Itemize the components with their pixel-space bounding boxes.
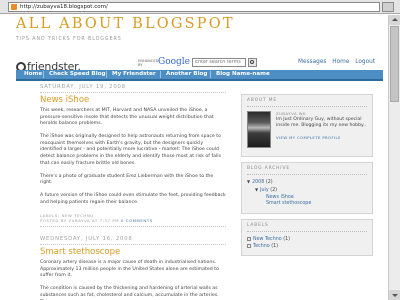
post-title[interactable]: Smart stethoscope: [40, 247, 226, 257]
url-field[interactable]: http://zubayva18.blogspot.com/: [8, 2, 380, 12]
post-paragraph: This week, researchers at MIT, Harvard a…: [40, 108, 214, 127]
widget-title: BLOG ARCHIVE: [247, 166, 367, 175]
profile-photo[interactable]: [247, 111, 271, 148]
bullet-icon: [247, 243, 251, 248]
post: WEDNESDAY, JULY 16, 2008 Smart stethosco…: [40, 236, 226, 300]
top-links: Messages Home Logout: [298, 59, 379, 65]
about-body: ZUBAYVA WK Im Just Ordinary Guy, without…: [247, 111, 367, 151]
blog-title[interactable]: ALL ABOUT BLOGSPOT: [16, 16, 235, 32]
sidebar: ABOUT ME ZUBAYVA WK Im Just Ordinary Guy…: [241, 94, 373, 261]
go-arrow-icon[interactable]: [382, 2, 394, 12]
scroll-down-button[interactable]: [389, 290, 400, 300]
web-page: ALL ABOUT BLOGSPOT TIPS AND TRICKS FOR B…: [0, 15, 400, 300]
widget-title: LABELS: [247, 223, 367, 233]
profile-text: Im Just Ordinary Guy, without special in…: [276, 117, 366, 128]
nav-item-blog-name[interactable]: Blog Name-name: [211, 70, 270, 79]
archive-year-count: (2): [265, 180, 273, 185]
post-divider: [40, 226, 226, 228]
blogger-favicon-icon: [11, 4, 17, 10]
comments-link[interactable]: 0 COMMENTS: [121, 218, 153, 223]
magnifier-icon: [250, 60, 254, 64]
post-paragraph: The iShoe was originally designed to hel…: [40, 134, 222, 166]
archive-month-label[interactable]: July: [260, 188, 269, 193]
archive-month-count: (2): [270, 187, 278, 193]
post-paragraph: The condition is caused by the thickenin…: [40, 286, 219, 300]
post-date: SATURDAY, JULY 19, 2008: [40, 84, 226, 93]
vertical-scrollbar[interactable]: [388, 15, 400, 300]
nav-item-another-blog[interactable]: Another Blog: [161, 70, 207, 79]
label-count: (1): [283, 237, 291, 243]
archive-month[interactable]: ▼ July (2): [247, 187, 367, 195]
about-me-widget: ABOUT ME ZUBAYVA WK Im Just Ordinary Guy…: [241, 94, 373, 157]
home-link[interactable]: Home: [332, 59, 349, 65]
label-count: (1): [271, 244, 279, 250]
main-column: SATURDAY, JULY 19, 2008 News iShoe This …: [40, 84, 226, 300]
search-caption: ENHANCED BY: [138, 59, 159, 67]
search-button[interactable]: [248, 58, 257, 67]
post-paragraph: Coronary artery disease is a major cause…: [40, 260, 219, 279]
nav-item-my-friendster[interactable]: My Friendster: [107, 70, 156, 79]
nav-item-check-speed-blog[interactable]: Check Speed Blog: [44, 70, 105, 79]
widget-title: ABOUT ME: [247, 98, 367, 107]
url-text: http://zubayva18.blogspot.com/: [20, 4, 108, 10]
google-logo: Google: [158, 57, 190, 67]
post-paragraph: A future version of the iShoe could even…: [40, 193, 226, 206]
expand-arrow-icon[interactable]: ▼: [255, 187, 258, 192]
archive-year[interactable]: ▼ 2008 (2): [247, 179, 367, 187]
nav-item-home[interactable]: Home: [19, 70, 42, 79]
profile-name[interactable]: ZUBAYVA WK: [276, 111, 306, 116]
scroll-thumb[interactable]: [390, 26, 399, 102]
address-bar: http://zubayva18.blogspot.com/: [0, 0, 400, 14]
arrow-down-icon: [392, 294, 398, 297]
messages-link[interactable]: Messages: [298, 59, 326, 65]
blog-archive-widget: BLOG ARCHIVE ▼ 2008 (2) ▼ July (2) News iS…: [241, 162, 373, 215]
blog-subtitle: TIPS AND TRICKS FOR BLOGGERS: [16, 37, 122, 42]
archive-post-link[interactable]: Smart stethoscope: [247, 201, 367, 208]
label-link[interactable]: New Techno: [253, 237, 282, 242]
friendster-logo[interactable]: friendster.: [16, 56, 81, 73]
label-item[interactable]: New Techno (1): [247, 236, 367, 243]
post-author-line: POSTED BY ZUBAYVA AT 7:37 PM: [40, 218, 120, 224]
label-item[interactable]: Techno (1): [247, 243, 367, 250]
archive-year-label[interactable]: 2008: [252, 180, 264, 185]
logout-link[interactable]: Logout: [355, 59, 375, 65]
labels-widget: LABELS New Techno (1) Techno (1): [241, 219, 373, 257]
post-footer: POSTED BY ZUBAYVA AT 7:37 PM 0 COMMENTS: [40, 218, 226, 223]
expand-arrow-icon[interactable]: ▼: [247, 179, 250, 184]
scroll-up-button[interactable]: [389, 15, 400, 25]
post-title[interactable]: News iShoe: [40, 95, 226, 105]
search-input[interactable]: [192, 58, 246, 67]
post: SATURDAY, JULY 19, 2008 News iShoe This …: [40, 84, 226, 228]
view-profile-link[interactable]: VIEW MY COMPLETE PROFILE: [276, 135, 341, 140]
nav-bar: Home Check Speed Blog My Friendster Anot…: [16, 70, 383, 81]
post-date: WEDNESDAY, JULY 16, 2008: [40, 236, 226, 246]
label-link[interactable]: Techno: [253, 244, 270, 249]
post-paragraph: There's a photo of graduate student Erez…: [40, 173, 214, 186]
arrow-up-icon: [392, 18, 398, 21]
bullet-icon: [247, 236, 251, 241]
